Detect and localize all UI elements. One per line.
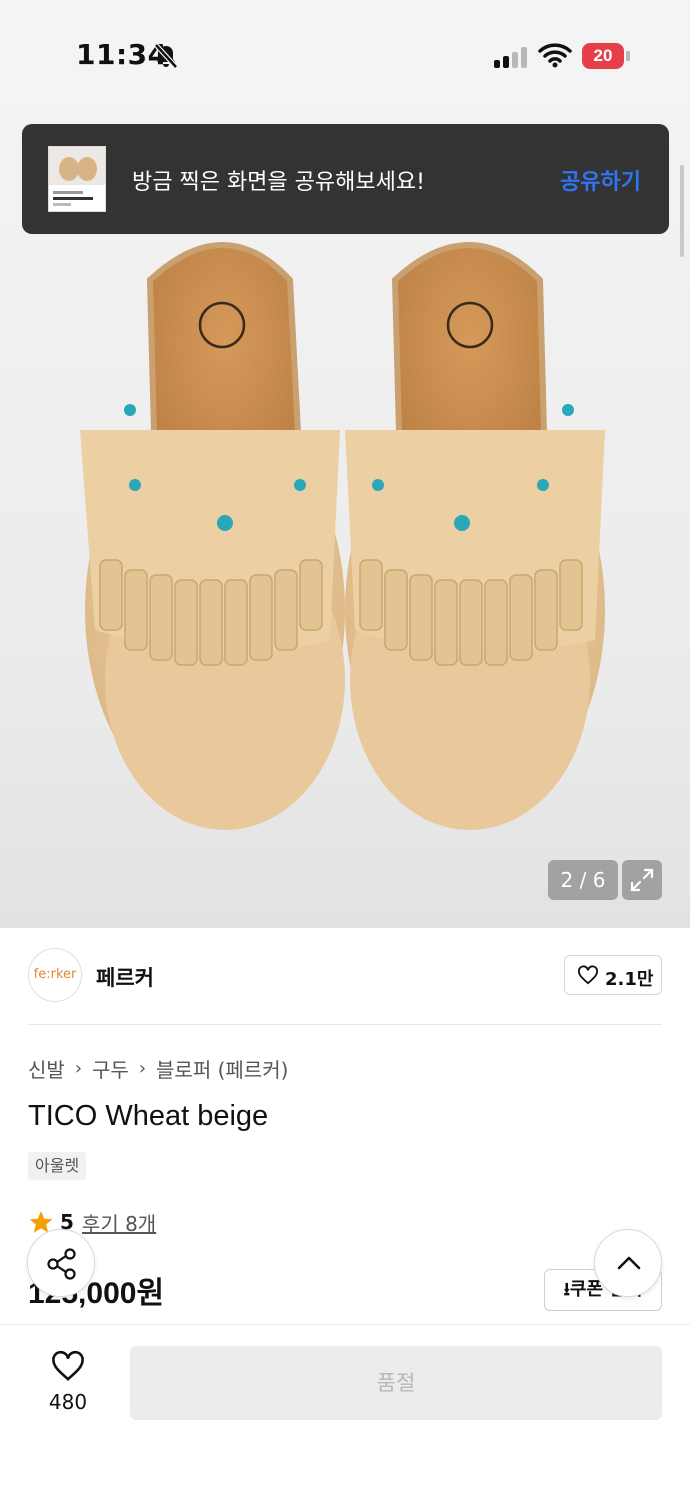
image-counter: 2 / 6: [548, 860, 618, 900]
share-now-button[interactable]: 공유하기: [560, 164, 641, 196]
scroll-to-top-button[interactable]: [594, 1229, 662, 1297]
wishlist-count: 480: [48, 1390, 88, 1414]
screenshot-thumbnail: [48, 146, 106, 212]
breadcrumb: 신발 › 구두 › 블로퍼 (페르커): [28, 1054, 288, 1083]
wifi-icon: [538, 43, 572, 68]
status-bar: 11:34 20: [0, 0, 690, 110]
heart-icon: [52, 1350, 84, 1381]
chevron-right-icon: ›: [138, 1058, 147, 1079]
bell-off-icon: [154, 43, 178, 69]
brand-like-button[interactable]: 2.1만: [564, 955, 662, 995]
battery-level: 20: [582, 43, 624, 69]
sold-out-button[interactable]: 품절: [130, 1346, 662, 1420]
reviews-link[interactable]: 후기 8개: [82, 1208, 156, 1237]
breadcrumb-item[interactable]: 블로퍼 (페르커): [156, 1054, 288, 1083]
brand-name[interactable]: 페르커: [96, 962, 154, 992]
breadcrumb-item[interactable]: 신발: [28, 1054, 65, 1083]
chevron-right-icon: ›: [74, 1058, 83, 1079]
heart-icon: [578, 965, 598, 985]
share-icon: [47, 1248, 76, 1280]
expand-icon: [630, 868, 654, 892]
product-title: TICO Wheat beige: [28, 1100, 269, 1132]
brand-like-count: 2.1만: [605, 969, 654, 990]
brand-row: fe:rker 페르커 2.1만: [28, 948, 662, 1004]
chevron-up-icon: [617, 1256, 641, 1270]
scrollbar[interactable]: [680, 165, 684, 257]
expand-button[interactable]: [622, 860, 662, 900]
share-button[interactable]: [27, 1229, 95, 1297]
battery-icon: 20: [582, 43, 630, 69]
brand-logo[interactable]: fe:rker: [28, 948, 82, 1002]
breadcrumb-item[interactable]: 구두: [92, 1054, 129, 1083]
divider: [28, 1024, 662, 1025]
wishlist-button[interactable]: 480: [28, 1346, 108, 1416]
toast-message: 방금 찍은 화면을 공유해보세요!: [132, 170, 425, 195]
cellular-signal-icon: [494, 46, 530, 68]
share-toast: 방금 찍은 화면을 공유해보세요! 공유하기: [22, 124, 669, 234]
outlet-tag: 아울렛: [28, 1152, 87, 1180]
